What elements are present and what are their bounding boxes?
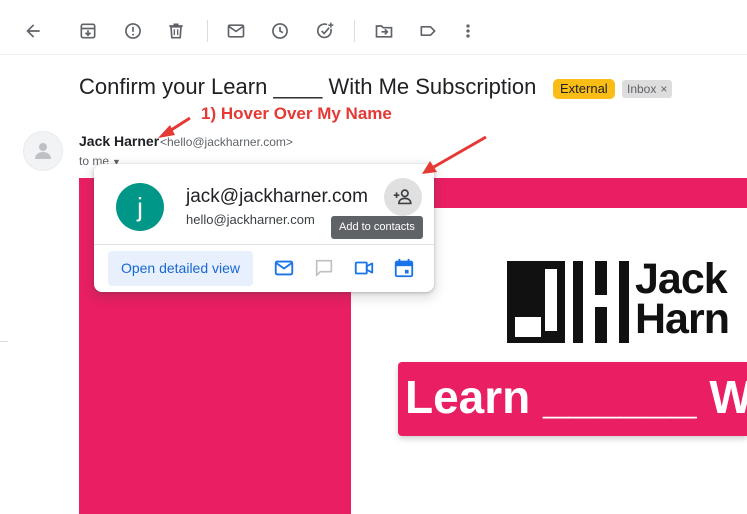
contact-hovercard: j jack@jackharner.com hello@jackharner.c… — [94, 164, 434, 292]
hovercard-divider — [94, 244, 434, 245]
toolbar-divider — [354, 20, 355, 42]
snooze-icon[interactable] — [263, 14, 297, 48]
inbox-label-text: Inbox — [627, 82, 657, 96]
mark-unread-icon[interactable] — [219, 14, 253, 48]
calendar-icon[interactable] — [392, 256, 416, 280]
hovercard-name: jack@jackharner.com — [186, 186, 368, 207]
sender-name[interactable]: Jack Harner — [79, 133, 159, 149]
sender-avatar[interactable] — [23, 131, 63, 171]
open-detailed-view-button[interactable]: Open detailed view — [108, 251, 253, 286]
email-icon[interactable] — [272, 256, 296, 280]
add-to-tasks-icon[interactable] — [308, 14, 342, 48]
move-to-icon[interactable] — [367, 14, 401, 48]
person-icon — [35, 143, 51, 159]
toolbar — [0, 0, 747, 55]
add-contact-button[interactable] — [384, 178, 422, 216]
inbox-label[interactable]: Inbox × — [622, 80, 673, 98]
add-person-icon — [393, 189, 412, 205]
banner-text: Learn ______ W — [405, 371, 747, 423]
video-call-icon[interactable] — [352, 256, 376, 280]
logo-wordmark: Jack Harn — [635, 255, 730, 343]
report-spam-icon[interactable] — [116, 14, 150, 48]
more-vert-icon[interactable] — [451, 14, 485, 48]
learn-banner: Learn ______ W — [398, 362, 747, 436]
archive-icon[interactable] — [71, 14, 105, 48]
delete-icon[interactable] — [159, 14, 193, 48]
remove-label-icon[interactable]: × — [660, 82, 667, 96]
divider — [0, 341, 8, 342]
toolbar-divider — [207, 20, 208, 42]
hovercard-avatar: j — [116, 183, 164, 231]
email-subject: Confirm your Learn ____ With Me Subscrip… — [79, 74, 537, 99]
label-icon[interactable] — [411, 14, 445, 48]
annotation-text: 1) Hover Over My Name — [201, 104, 392, 123]
sender-email: <hello@jackharner.com> — [160, 135, 293, 149]
back-arrow-icon[interactable] — [16, 14, 50, 48]
external-label: External — [553, 79, 615, 99]
add-to-contacts-tooltip: Add to contacts — [331, 216, 423, 239]
chat-icon[interactable] — [312, 256, 336, 280]
logo-line2: Harn — [635, 295, 730, 343]
logo-line1: Jack — [635, 255, 728, 303]
hovercard-email: hello@jackharner.com — [186, 212, 315, 227]
jh-logo-mark — [507, 261, 629, 343]
jh-logo — [507, 261, 629, 348]
